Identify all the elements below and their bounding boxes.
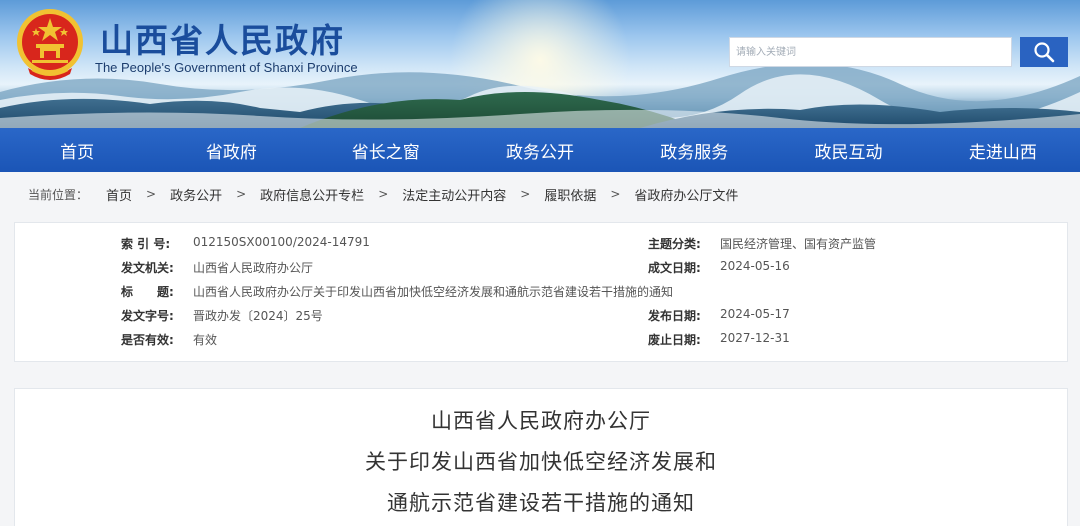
breadcrumb-item[interactable]: 政务公开 [170,185,222,204]
search-button[interactable] [1020,37,1068,67]
search-input[interactable] [729,37,1012,67]
meta-row: 发文机关: 山西省人民政府办公厅 成文日期: 2024-05-16 [15,259,1067,275]
national-emblem-icon [14,8,86,82]
meta-value-index-number: 012150SX00100/2024-14791 [193,235,370,249]
nav-item-provincial-government[interactable]: 省政府 [154,128,308,172]
meta-key-issuer: 发文机关: [121,261,174,275]
breadcrumb-separator: > [378,187,389,201]
meta-key-title: 标 题: [121,285,174,299]
document-heading-line: 山西省人民政府办公厅 [431,409,651,433]
meta-key-document-number: 发文字号: [121,309,174,323]
document-body: 山西省人民政府办公厅 关于印发山西省加快低空经济发展和 通航示范省建设若干措施的… [14,388,1068,526]
meta-value-validity: 有效 [193,333,218,347]
meta-value-title: 山西省人民政府办公厅关于印发山西省加快低空经济发展和通航示范省建设若干措施的通知 [193,285,674,299]
document-heading-line: 通航示范省建设若干措施的通知 [387,491,695,515]
meta-value-issuer: 山西省人民政府办公厅 [193,261,314,275]
meta-key-topic: 主题分类: [648,237,701,251]
breadcrumb-separator: > [520,187,531,201]
meta-value-created-date: 2024-05-16 [720,259,790,273]
meta-value-published-date: 2024-05-17 [720,307,790,321]
breadcrumb-separator: > [236,187,247,201]
breadcrumb-item[interactable]: 首页 [106,185,132,204]
meta-key-published-date: 发布日期: [648,309,701,323]
main-nav: 首页 省政府 省长之窗 政务公开 政务服务 政民互动 走进山西 [0,128,1080,172]
site-title[interactable]: 山西省人民政府 [100,14,345,62]
nav-item-about-shanxi[interactable]: 走进山西 [926,128,1080,172]
meta-key-expiry-date: 废止日期: [648,333,701,347]
meta-key-index-number: 索 引 号: [121,237,171,251]
breadcrumb-separator: > [610,187,621,201]
breadcrumb-item[interactable]: 省政府办公厅文件 [634,185,738,204]
document-meta-panel: 索 引 号: 012150SX00100/2024-14791 主题分类: 国民… [14,222,1068,362]
meta-value-document-number: 晋政办发〔2024〕25号 [193,309,323,323]
nav-item-governor-window[interactable]: 省长之窗 [309,128,463,172]
breadcrumb-item[interactable]: 履职依据 [544,185,596,204]
meta-value-expiry-date: 2027-12-31 [720,331,790,345]
nav-item-home[interactable]: 首页 [0,128,154,172]
nav-item-government-services[interactable]: 政务服务 [617,128,771,172]
breadcrumb-item[interactable]: 政府信息公开专栏 [260,185,364,204]
document-heading-line: 关于印发山西省加快低空经济发展和 [365,450,717,474]
nav-item-government-affairs-public[interactable]: 政务公开 [463,128,617,172]
breadcrumb-separator: > [146,187,157,201]
meta-value-topic: 国民经济管理、国有资产监管 [720,237,877,251]
nav-item-public-interaction[interactable]: 政民互动 [771,128,925,172]
search-icon [1034,42,1055,63]
meta-row: 索 引 号: 012150SX00100/2024-14791 主题分类: 国民… [15,235,1067,251]
meta-row: 是否有效: 有效 废止日期: 2027-12-31 [15,331,1067,347]
site-subtitle: The People's Government of Shanxi Provin… [95,60,358,75]
breadcrumb-item[interactable]: 法定主动公开内容 [402,185,506,204]
meta-row: 发文字号: 晋政办发〔2024〕25号 发布日期: 2024-05-17 [15,307,1067,323]
meta-row: 标 题: 山西省人民政府办公厅关于印发山西省加快低空经济发展和通航示范省建设若干… [15,283,1067,299]
meta-key-validity: 是否有效: [121,333,174,347]
header-banner: 山西省人民政府 The People's Government of Shanx… [0,0,1080,128]
meta-key-created-date: 成文日期: [648,261,701,275]
breadcrumb: 当前位置： 首页 > 政务公开 > 政府信息公开专栏 > 法定主动公开内容 > … [0,172,1080,216]
breadcrumb-label: 当前位置： [28,187,89,202]
